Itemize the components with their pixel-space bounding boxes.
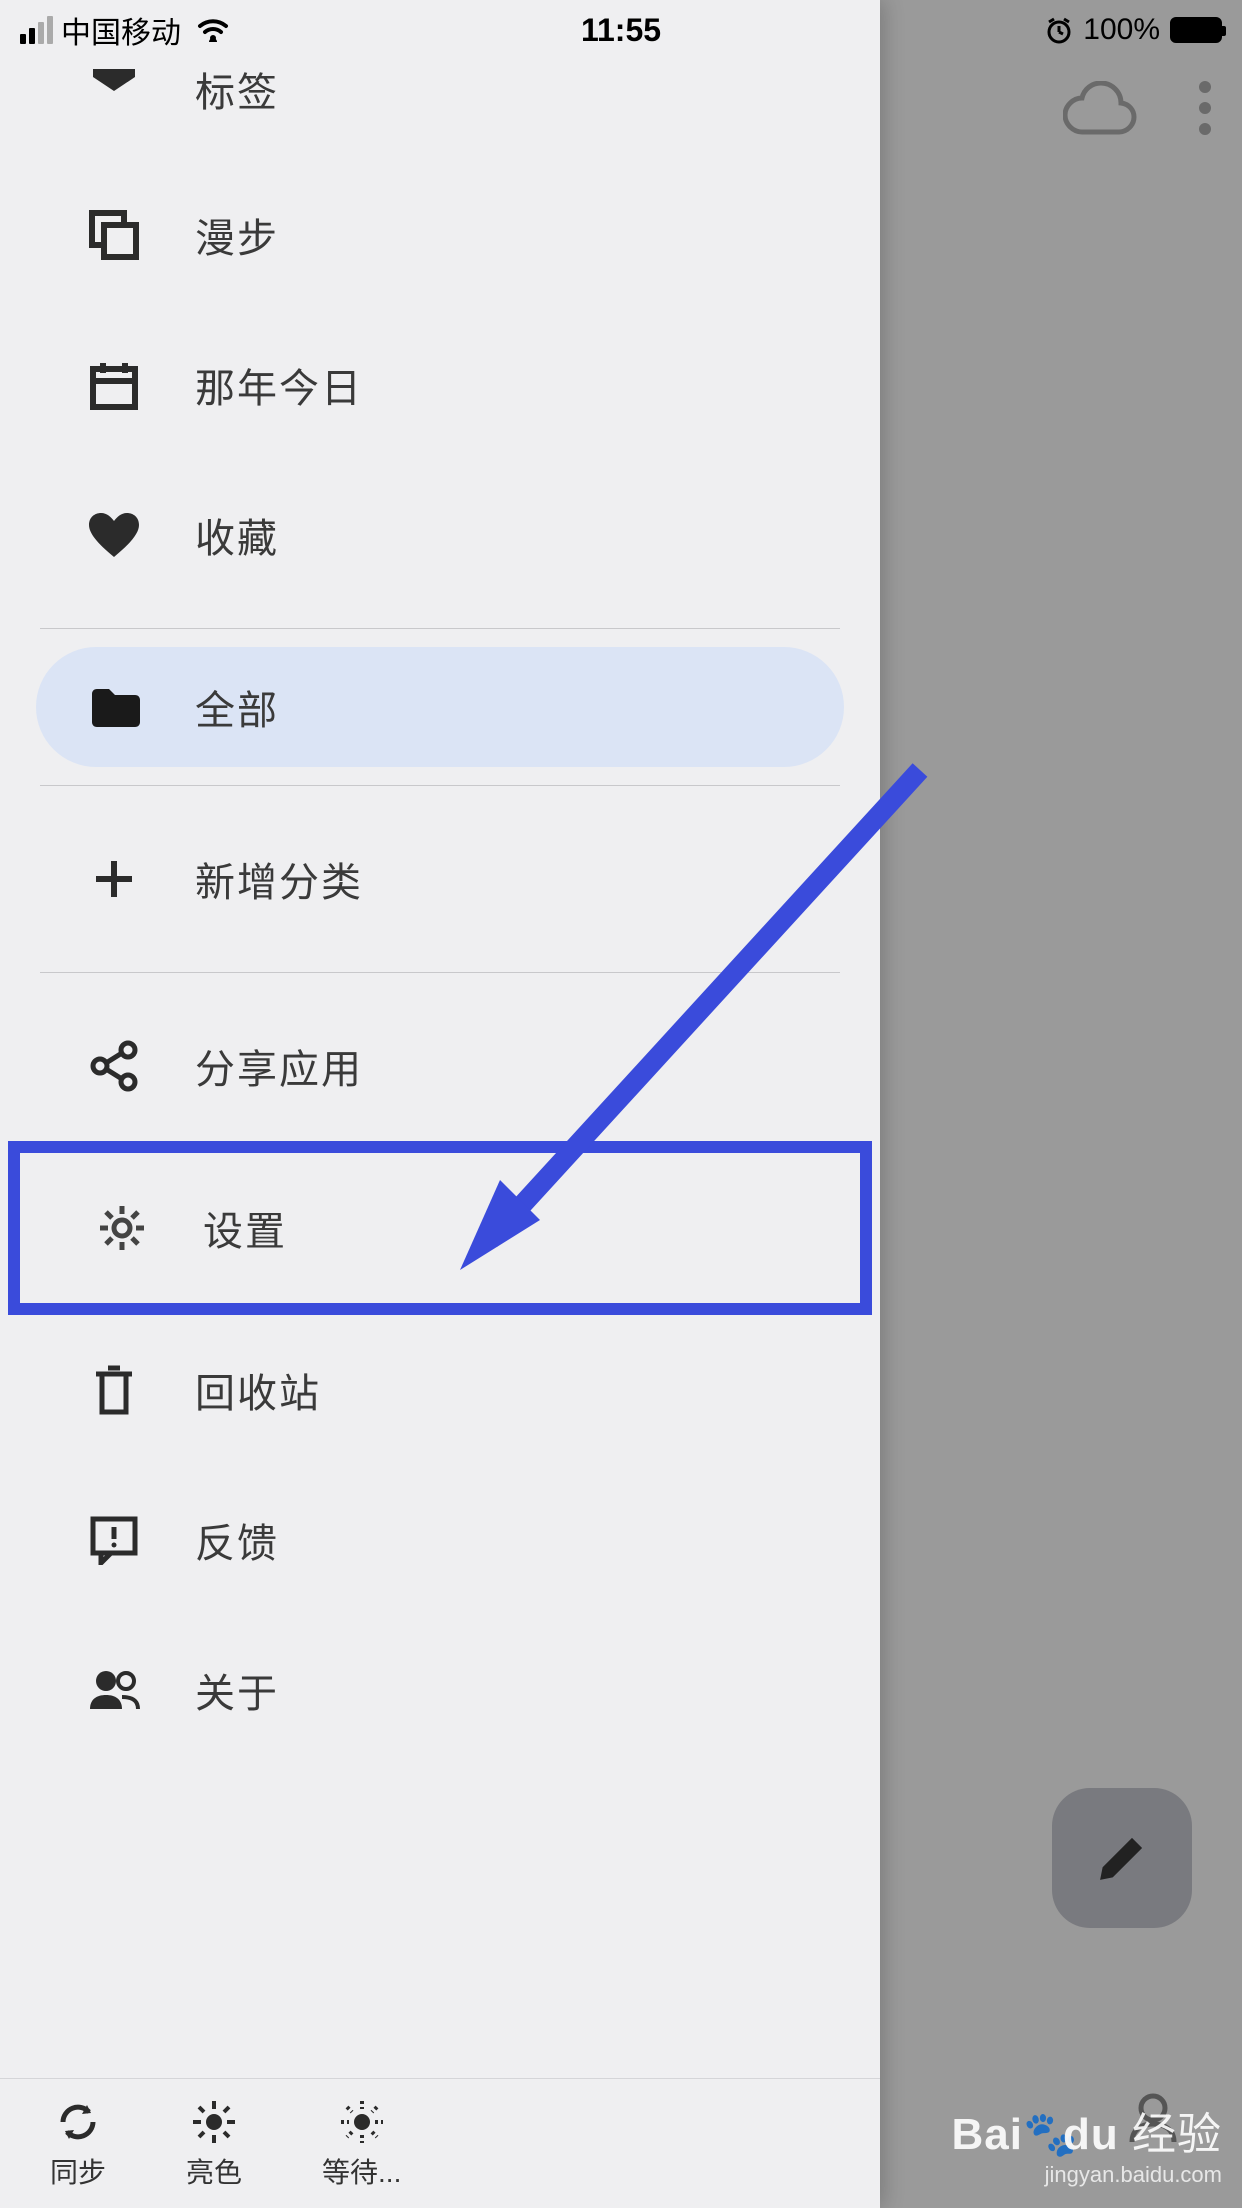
menu-item-about[interactable]: 关于 [0,1615,880,1765]
people-icon [85,1661,143,1719]
more-icon[interactable] [1198,80,1212,136]
menu-label: 漫步 [195,206,279,264]
copy-icon [85,206,143,264]
menu-item-tags[interactable]: 标签 [0,60,880,160]
menu-item-share[interactable]: 分享应用 [0,991,880,1141]
clock-label: 11:55 [581,12,661,49]
menu-label: 关于 [195,1661,279,1719]
bottom-label: 同步 [50,2151,106,2191]
pencil-icon [1092,1828,1152,1888]
folder-icon [85,678,143,736]
cloud-icon[interactable] [1063,81,1138,136]
menu-item-all[interactable]: 全部 [36,647,844,767]
menu-item-add-category[interactable]: 新增分类 [0,804,880,954]
signal-icon [20,16,53,44]
carrier-label: 中国移动 [61,8,181,52]
watermark-right: 经验 [1132,2110,1222,2159]
menu-item-favorite[interactable]: 收藏 [0,460,880,610]
battery-icon [1170,17,1222,43]
divider [40,972,840,973]
sun-half-icon [337,2097,387,2147]
menu-item-settings[interactable]: 设置 [20,1153,860,1303]
fab-edit-button[interactable] [1052,1788,1192,1928]
side-drawer: 标签 漫步 那年今日 收藏 [0,0,880,2208]
menu-item-recycle[interactable]: 回收站 [0,1315,880,1465]
menu-label: 标签 [195,60,279,118]
wifi-icon [197,18,229,42]
menu-label: 反馈 [195,1511,279,1569]
menu-label: 分享应用 [195,1037,363,1095]
trash-icon [85,1361,143,1419]
menu-item-thatday[interactable]: 那年今日 [0,310,880,460]
divider [40,628,840,629]
menu-label: 收藏 [195,506,279,564]
watermark-left: Bai [952,2110,1023,2159]
menu-item-walk[interactable]: 漫步 [0,160,880,310]
gear-icon [93,1199,151,1257]
sun-icon [189,2097,239,2147]
bottom-theme-button[interactable]: 亮色 [186,2097,242,2191]
bottom-wait-button[interactable]: 等待... [322,2097,401,2191]
watermark-url: jingyan.baidu.com [952,2162,1222,2188]
tag-icon [85,60,143,118]
status-bar: 中国移动 11:55 100% [0,0,1242,60]
divider [40,785,840,786]
menu-item-feedback[interactable]: 反馈 [0,1465,880,1615]
heart-icon [85,506,143,564]
menu-label: 设置 [203,1199,287,1257]
bottom-sync-button[interactable]: 同步 [50,2097,106,2191]
highlight-settings: 设置 [8,1141,872,1315]
share-icon [85,1037,143,1095]
menu-label: 那年今日 [195,356,363,414]
feedback-icon [85,1511,143,1569]
watermark: Bai🐾du 经验 jingyan.baidu.com [952,2098,1222,2188]
calendar-icon [85,356,143,414]
bottom-label: 亮色 [186,2151,242,2191]
battery-pct-label: 100% [1083,13,1160,47]
alarm-icon [1045,16,1073,44]
watermark-mid: du [1063,2110,1119,2159]
drawer-bottom-bar: 同步 亮色 等待... [0,2078,880,2208]
menu-label: 全部 [195,678,279,736]
menu-label: 新增分类 [195,850,363,908]
plus-icon [85,850,143,908]
menu-label: 回收站 [195,1361,321,1419]
bottom-label: 等待... [322,2151,401,2191]
sync-icon [53,2097,103,2147]
